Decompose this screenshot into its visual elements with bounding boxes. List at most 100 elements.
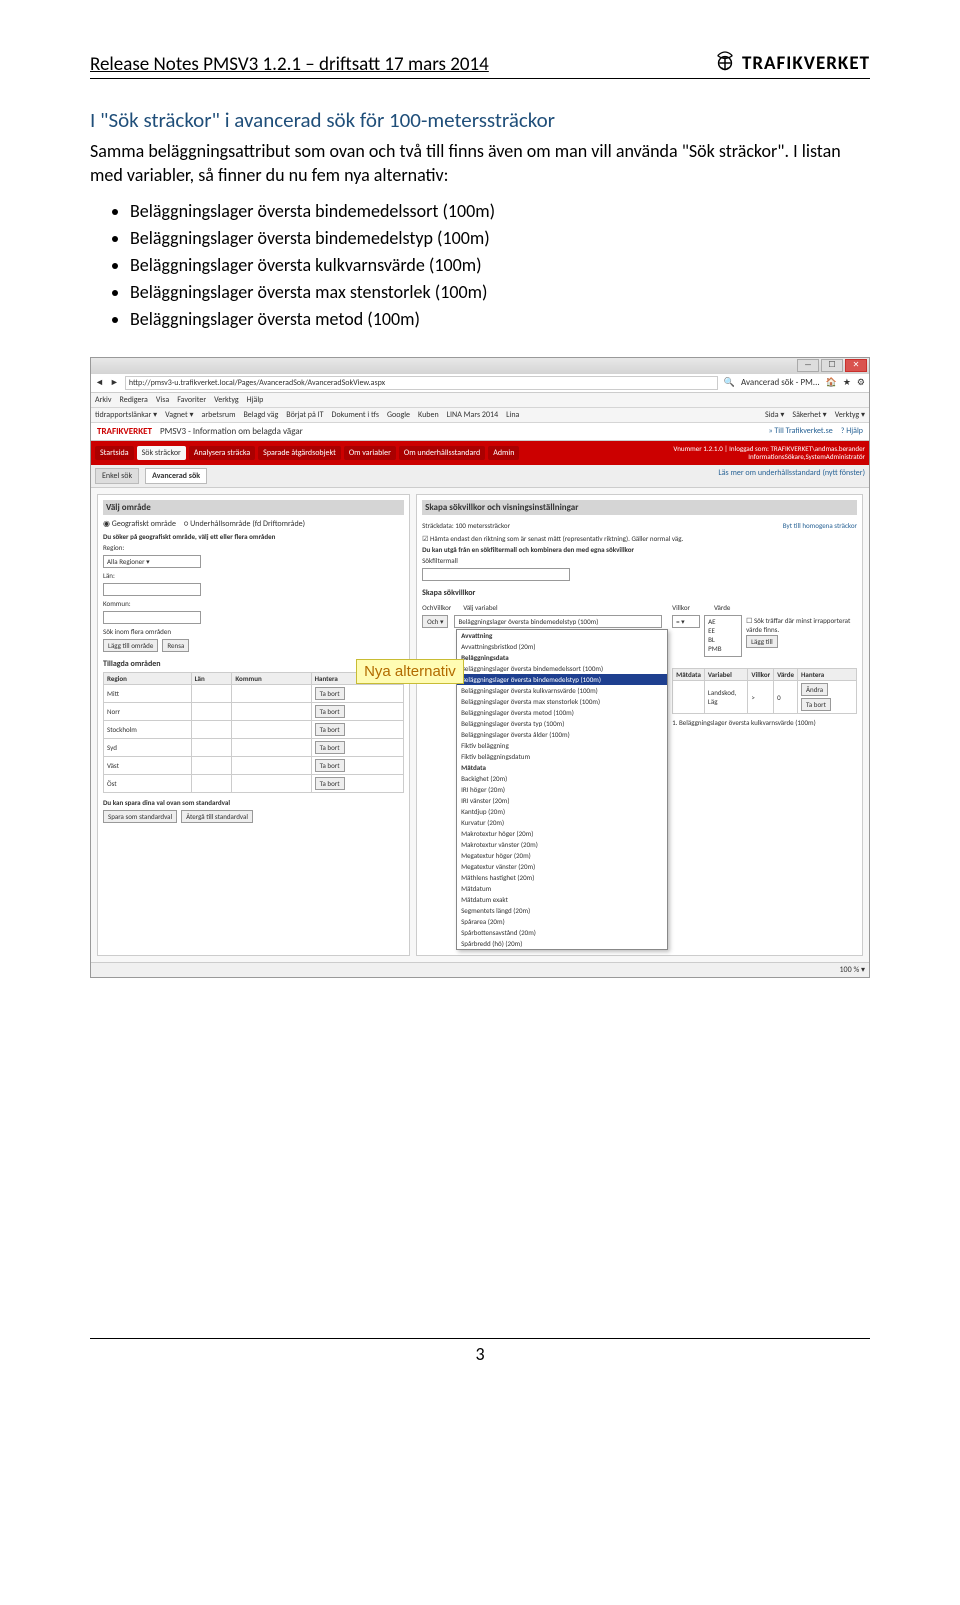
nav-tab[interactable]: Om underhållsstandard: [399, 446, 485, 460]
btn-remove[interactable]: Ta bort: [801, 698, 831, 711]
dd-item[interactable]: Beläggningslager översta max stenstorlek…: [457, 696, 667, 707]
check-sidenote[interactable]: ☐ Sök träffar där minst irrapporterat vä…: [746, 616, 857, 634]
url-field[interactable]: http://pmsv3-u.trafikverket.local/Pages/…: [125, 376, 718, 390]
btn-add-area[interactable]: Lägg till område: [103, 639, 158, 652]
fav-link[interactable]: Belagd väg: [243, 410, 278, 420]
dd-item[interactable]: Backighet (20m): [457, 773, 667, 784]
info-link[interactable]: Läs mer om underhållsstandard (nytt föns…: [718, 468, 865, 484]
menu-item[interactable]: Favoriter: [177, 395, 206, 405]
switch-link[interactable]: Byt till homogena sträckor: [783, 521, 857, 530]
btn-och[interactable]: Och ▾: [422, 615, 448, 628]
btn-remove[interactable]: Ta bort: [315, 777, 345, 790]
select-variable[interactable]: Beläggningslager översta bindemedelstyp …: [454, 615, 662, 628]
btn-remove[interactable]: Ta bort: [315, 723, 345, 736]
btn-add-villkor[interactable]: Lägg till: [746, 635, 778, 648]
fav-link[interactable]: Lina: [506, 410, 519, 420]
dd-item-selected[interactable]: Beläggningslager översta bindemedelstyp …: [457, 674, 667, 685]
trafikverket-link[interactable]: » Till Trafikverket.se: [768, 426, 832, 436]
help-link[interactable]: ? Hjälp: [841, 426, 863, 436]
gear-icon[interactable]: ⚙: [857, 377, 865, 388]
select-kommun[interactable]: [103, 611, 201, 624]
menu-item[interactable]: Verktyg: [214, 395, 238, 405]
nav-tab[interactable]: Admin: [488, 446, 519, 460]
menu-item[interactable]: Visa: [156, 395, 169, 405]
favorites-icon[interactable]: ★: [843, 377, 851, 388]
trafikverket-logo: TRAFIKVERKET: [714, 50, 870, 76]
lbl-valj-variabel: Välj variabel: [463, 603, 497, 612]
dd-item[interactable]: Mätdatum: [457, 883, 667, 894]
dd-item[interactable]: Kantdjup (20m): [457, 806, 667, 817]
dd-item[interactable]: Megatextur vänster (20m): [457, 861, 667, 872]
menu-item[interactable]: Hjälp: [247, 395, 264, 405]
select-lan[interactable]: [103, 583, 201, 596]
back-icon[interactable]: ◄: [95, 377, 104, 388]
radio-geo[interactable]: ◉ Geografiskt område: [103, 519, 176, 529]
subtab-enkel[interactable]: Enkel sök: [95, 468, 139, 484]
nav-tab[interactable]: Analysera sträcka: [189, 446, 255, 460]
dd-item[interactable]: Makrotextur vänster (20m): [457, 839, 667, 850]
btn-remove[interactable]: Ta bort: [315, 705, 345, 718]
menu-item[interactable]: Redigera: [120, 395, 148, 405]
fav-link[interactable]: Vagnet ▾: [165, 410, 193, 420]
dd-item[interactable]: Kurvatur (20m): [457, 817, 667, 828]
radio-drift[interactable]: ○ Underhållsområde (fd Driftområde): [184, 519, 305, 529]
fav-link[interactable]: Börjat på IT: [286, 410, 323, 420]
toolbar-link[interactable]: Sida ▾: [765, 410, 784, 420]
dd-item[interactable]: Mätdatum exakt: [457, 894, 667, 905]
dd-item[interactable]: Avvattningsbristkod (20m): [457, 641, 667, 652]
nav-tab[interactable]: Startsida: [95, 446, 134, 460]
nav-tab-active[interactable]: Sök sträckor: [137, 446, 186, 460]
forward-icon[interactable]: ►: [110, 377, 119, 388]
dd-item[interactable]: Spårbredd (hö) (20m): [457, 938, 667, 949]
menu-item[interactable]: Arkiv: [95, 395, 112, 405]
fav-link[interactable]: LINA Mars 2014: [447, 410, 498, 420]
btn-clear[interactable]: Rensa: [162, 639, 189, 652]
subtab-avancerad[interactable]: Avancerad sök: [145, 468, 207, 484]
dd-item[interactable]: Megatextur höger (20m): [457, 850, 667, 861]
fav-link[interactable]: Google: [387, 410, 410, 420]
dd-item[interactable]: IRI vänster (20m): [457, 795, 667, 806]
dd-item[interactable]: Beläggningslager översta ålder (100m): [457, 729, 667, 740]
toolbar-link[interactable]: Verktyg ▾: [835, 410, 865, 420]
btn-restore-default[interactable]: Återgå till standardval: [181, 810, 253, 823]
select-mall[interactable]: [422, 568, 570, 581]
minimize-icon[interactable]: —: [797, 359, 819, 372]
search-icon[interactable]: 🔍: [724, 377, 735, 388]
dd-item[interactable]: Spårbottensavstånd (20m): [457, 927, 667, 938]
dd-item[interactable]: Fiktiv beläggning: [457, 740, 667, 751]
btn-remove[interactable]: Ta bort: [315, 741, 345, 754]
dd-item[interactable]: Mäthlens hastighet (20m): [457, 872, 667, 883]
fav-link[interactable]: arbetsrum: [202, 410, 236, 420]
chk-direction[interactable]: ☑ Hämta endast den riktning som är senas…: [422, 534, 857, 543]
btn-remove[interactable]: Ta bort: [315, 687, 345, 700]
maximize-icon[interactable]: ☐: [821, 359, 843, 372]
select-varde[interactable]: AE EE BL PMB: [704, 615, 742, 657]
btn-edit[interactable]: Ändra: [801, 683, 828, 696]
dd-item[interactable]: Beläggningslager översta metod (100m): [457, 707, 667, 718]
toolbar-link[interactable]: Säkerhet ▾: [792, 410, 826, 420]
btn-remove[interactable]: Ta bort: [315, 759, 345, 772]
section-paragraph: Samma beläggningsattribut som ovan och t…: [90, 139, 870, 188]
dd-item[interactable]: Beläggningslager översta typ (100m): [457, 718, 667, 729]
dd-item[interactable]: Beläggningslager översta kulkvarnsvärde …: [457, 685, 667, 696]
close-icon[interactable]: ✕: [845, 359, 867, 372]
dd-item[interactable]: Beläggningslager översta bindemedelssort…: [457, 663, 667, 674]
dd-item[interactable]: IRI höger (20m): [457, 784, 667, 795]
fav-link[interactable]: tidrapportslänkar ▾: [95, 410, 157, 420]
areas-table: Region Län Kommun Hantera MittTa bort No…: [103, 672, 404, 793]
dd-item[interactable]: Fiktiv beläggningsdatum: [457, 751, 667, 762]
select-villkor[interactable]: = ▾: [672, 615, 700, 628]
dd-item[interactable]: Makrotextur höger (20m): [457, 828, 667, 839]
browser-tab[interactable]: Avancerad sök - PM...: [741, 377, 820, 388]
dd-item[interactable]: Segmentets längd (20m): [457, 905, 667, 916]
fav-link[interactable]: Kuben: [418, 410, 439, 420]
home-icon[interactable]: 🏠: [826, 377, 837, 388]
btn-save-default[interactable]: Spara som standardval: [103, 810, 177, 823]
nav-tab[interactable]: Om variabler: [344, 446, 396, 460]
dd-item[interactable]: Spårarea (20m): [457, 916, 667, 927]
fav-link[interactable]: Dokument i tfs: [332, 410, 379, 420]
nav-tab[interactable]: Sparade åtgärdsobjekt: [258, 446, 341, 460]
zoom-level[interactable]: 100 % ▾: [839, 965, 865, 975]
select-region[interactable]: Alla Regioner ▾: [103, 555, 201, 568]
variable-dropdown[interactable]: Avvattning Avvattningsbristkod (20m) Bel…: [456, 629, 668, 950]
